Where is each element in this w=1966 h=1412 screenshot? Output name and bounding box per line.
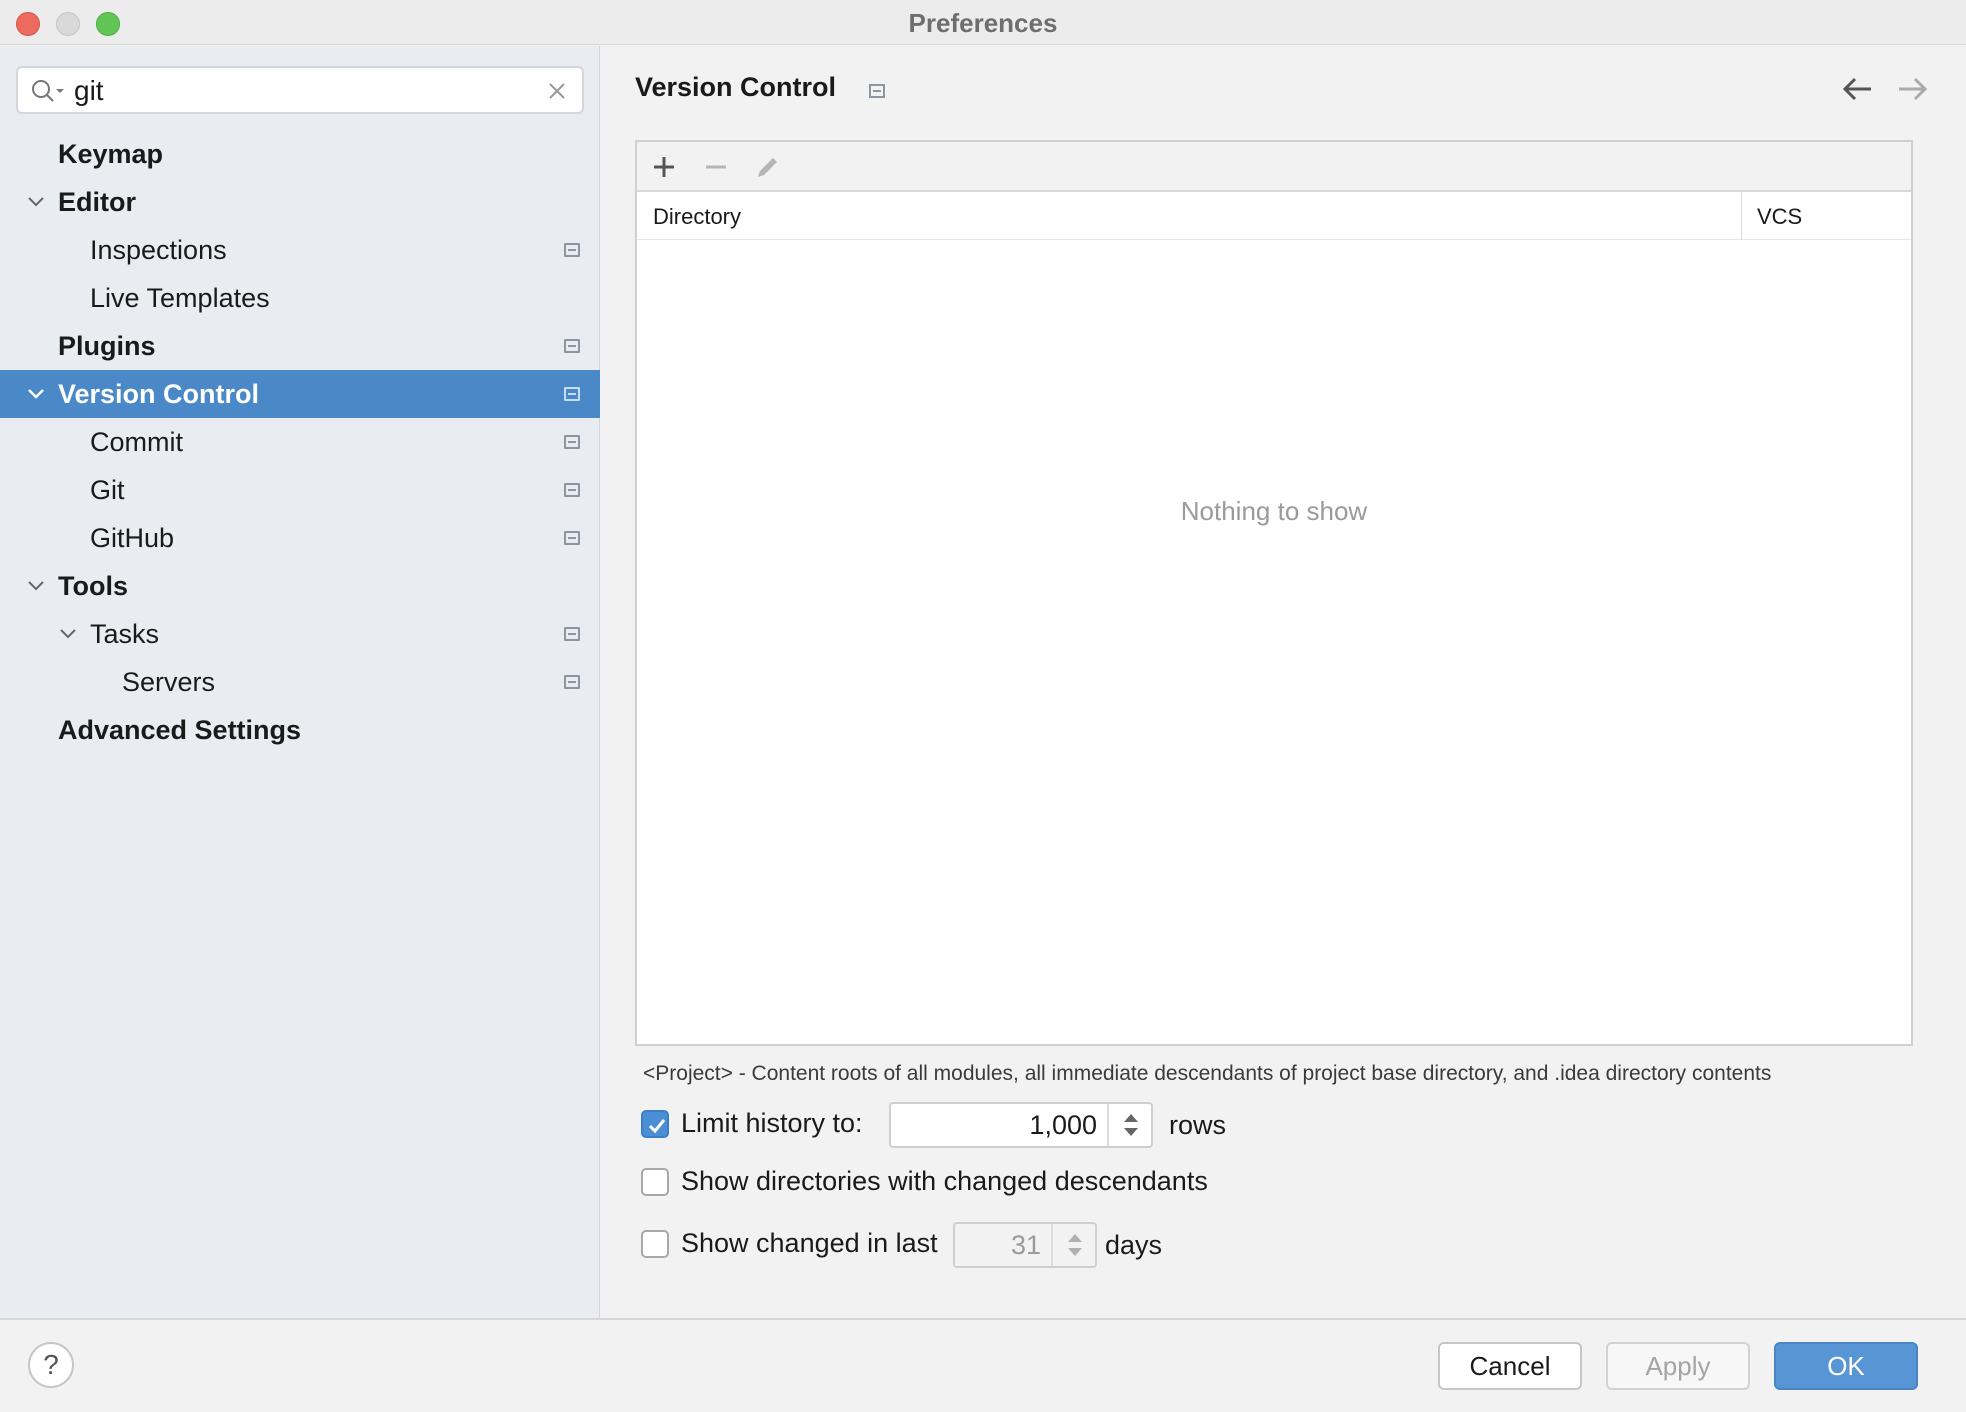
spinner-arrows[interactable]	[1107, 1104, 1151, 1146]
project-settings-icon	[564, 243, 580, 257]
tree-item-commit[interactable]: Commit	[0, 418, 600, 466]
column-header-directory[interactable]: Directory	[653, 204, 741, 230]
forward-arrow-icon[interactable]	[1895, 74, 1929, 104]
add-icon[interactable]	[649, 152, 679, 182]
settings-sidebar: Keymap Editor Inspections Live Templates…	[0, 46, 600, 1318]
tree-item-label: Tasks	[90, 619, 160, 649]
project-settings-icon	[564, 435, 580, 449]
show-dirs-checkbox[interactable]	[641, 1168, 669, 1196]
clear-search-icon[interactable]	[546, 80, 568, 102]
project-settings-icon	[564, 387, 580, 401]
tree-item-label: Version Control	[58, 379, 260, 409]
page-title: Version Control	[635, 72, 837, 102]
tree-item-label: Advanced Settings	[58, 715, 302, 745]
tree-item-label: Editor	[58, 187, 136, 217]
limit-history-row: Limit history to: 1,000 rows	[641, 1102, 1341, 1148]
tree-item-label: Commit	[90, 427, 183, 457]
tree-item-label: Inspections	[90, 235, 227, 265]
show-changed-suffix: days	[1105, 1230, 1163, 1260]
vcs-mappings-table: Directory VCS Nothing to show	[635, 140, 1913, 1046]
tree-item-live-templates[interactable]: Live Templates	[0, 274, 600, 322]
limit-history-suffix: rows	[1169, 1110, 1227, 1140]
cancel-button[interactable]: Cancel	[1438, 1342, 1582, 1390]
help-button[interactable]: ?	[28, 1342, 74, 1388]
tree-item-servers[interactable]: Servers	[0, 658, 600, 706]
tree-item-advanced-settings[interactable]: Advanced Settings	[0, 706, 600, 754]
settings-content: Version Control Directory VCS Nothing to…	[601, 46, 1966, 1318]
chevron-down-icon[interactable]	[26, 192, 46, 212]
table-header: Directory VCS	[637, 192, 1911, 240]
show-dirs-row: Show directories with changed descendant…	[641, 1160, 1341, 1204]
show-changed-value[interactable]: 31	[1011, 1230, 1041, 1261]
title-bar: Preferences	[0, 0, 1966, 45]
tree-item-label: Plugins	[58, 331, 156, 361]
tree-item-tools[interactable]: Tools	[0, 562, 600, 610]
tree-item-git[interactable]: Git	[0, 466, 600, 514]
tree-item-keymap[interactable]: Keymap	[0, 130, 600, 178]
show-dirs-label[interactable]: Show directories with changed descendant…	[681, 1166, 1208, 1197]
settings-search-input[interactable]	[74, 74, 524, 108]
dialog-footer: ? Cancel Apply OK	[0, 1318, 1966, 1412]
up-down-arrows-icon[interactable]	[1053, 1224, 1097, 1266]
tree-item-label: Keymap	[58, 139, 164, 169]
apply-button[interactable]: Apply	[1606, 1342, 1750, 1390]
tree-item-editor[interactable]: Editor	[0, 178, 600, 226]
limit-history-checkbox[interactable]	[641, 1110, 669, 1138]
table-toolbar	[637, 142, 1911, 192]
show-changed-spinner[interactable]: 31	[953, 1222, 1097, 1268]
search-icon[interactable]	[30, 78, 66, 104]
show-changed-checkbox[interactable]	[641, 1230, 669, 1258]
ok-button[interactable]: OK	[1774, 1342, 1918, 1390]
column-divider[interactable]	[1741, 192, 1742, 240]
up-down-arrows-icon[interactable]	[1109, 1104, 1153, 1146]
tree-item-version-control[interactable]: Version Control	[0, 370, 600, 418]
empty-table-text: Nothing to show	[1180, 496, 1368, 526]
project-settings-icon	[564, 531, 580, 545]
tree-item-github[interactable]: GitHub	[0, 514, 600, 562]
chevron-down-icon[interactable]	[26, 384, 46, 404]
tree-item-label: Git	[90, 475, 125, 505]
project-settings-icon	[564, 675, 580, 689]
project-hint-text: <Project> - Content roots of all modules…	[643, 1062, 1772, 1085]
tree-item-plugins[interactable]: Plugins	[0, 322, 600, 370]
show-changed-label[interactable]: Show changed in last	[681, 1228, 938, 1259]
tree-item-label: Tools	[58, 571, 128, 601]
settings-tree: Keymap Editor Inspections Live Templates…	[0, 130, 600, 754]
pencil-icon[interactable]	[753, 152, 783, 182]
project-settings-icon	[564, 483, 580, 497]
tree-item-tasks[interactable]: Tasks	[0, 610, 600, 658]
project-settings-icon	[869, 84, 885, 98]
remove-icon[interactable]	[701, 152, 731, 182]
chevron-down-icon[interactable]	[26, 576, 46, 596]
project-settings-icon	[564, 339, 580, 353]
tree-item-label: GitHub	[90, 523, 175, 553]
tree-item-label: Servers	[122, 667, 216, 697]
back-arrow-icon[interactable]	[1841, 74, 1875, 104]
tree-item-label: Live Templates	[90, 283, 270, 313]
limit-history-value[interactable]: 1,000	[1029, 1110, 1097, 1141]
limit-history-label: Limit history to:	[681, 1108, 863, 1138]
limit-history-spinner[interactable]: 1,000	[889, 1102, 1153, 1148]
window-title: Preferences	[908, 8, 1058, 38]
settings-search-box[interactable]	[16, 66, 584, 114]
column-header-vcs[interactable]: VCS	[1757, 204, 1802, 230]
chevron-down-icon[interactable]	[58, 624, 78, 644]
spinner-arrows[interactable]	[1051, 1224, 1095, 1266]
tree-item-inspections[interactable]: Inspections	[0, 226, 600, 274]
checkmark-icon	[648, 1119, 666, 1134]
project-settings-icon	[564, 627, 580, 641]
show-changed-row: Show changed in last 31 days	[641, 1222, 1341, 1268]
